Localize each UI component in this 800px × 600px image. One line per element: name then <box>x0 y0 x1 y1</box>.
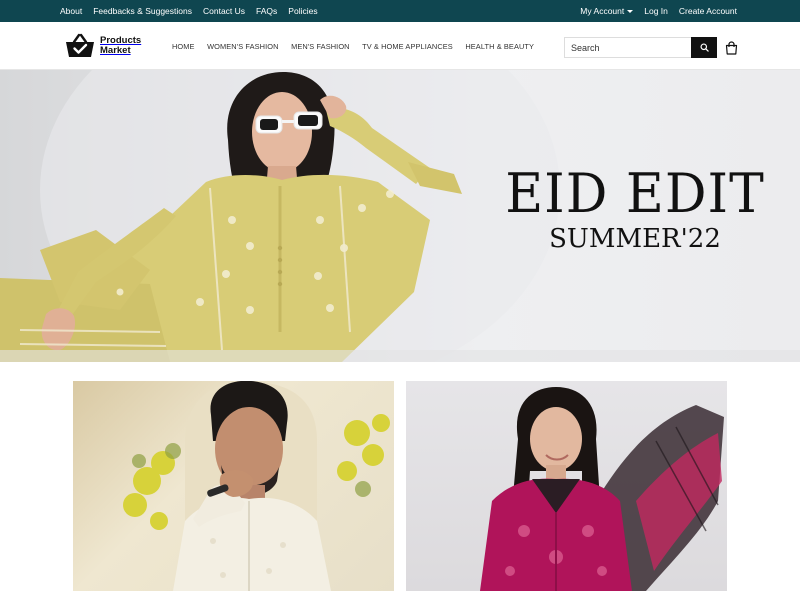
search-input[interactable] <box>564 37 691 58</box>
mens-fashion-image <box>123 381 390 591</box>
search-button[interactable] <box>691 37 717 58</box>
contact-link[interactable]: Contact Us <box>203 6 245 16</box>
mens-fashion-card[interactable] <box>73 381 394 591</box>
caret-down-icon <box>627 10 634 14</box>
hero-text: EID EDIT SUMMER'22 <box>470 162 800 254</box>
nav-mens-fashion[interactable]: MEN'S FASHION <box>291 42 350 51</box>
feedback-link[interactable]: Feedbacks & Suggestions <box>93 6 192 16</box>
cart-button[interactable] <box>725 41 739 55</box>
login-link[interactable]: Log In <box>644 6 668 16</box>
hero-title: EID EDIT <box>505 162 765 226</box>
top-utility-bar: About Feedbacks & Suggestions Contact Us… <box>0 0 800 22</box>
womens-fashion-image <box>480 387 724 591</box>
womens-fashion-card[interactable] <box>406 381 727 591</box>
brand-line-2: Market <box>100 45 131 56</box>
create-account-link[interactable]: Create Account <box>679 6 737 16</box>
account-links: My Account Log In Create Account <box>580 0 737 22</box>
main-nav: HOME WOMEN'S FASHION MEN'S FASHION TV & … <box>172 22 534 70</box>
nav-tv-home-appliances[interactable]: TV & HOME APPLIANCES <box>362 42 453 51</box>
about-link[interactable]: About <box>60 6 82 16</box>
shopping-bag-icon <box>725 41 738 55</box>
brand-logo[interactable]: Products Market <box>65 32 141 60</box>
top-links: About Feedbacks & Suggestions Contact Us… <box>60 0 318 22</box>
nav-home[interactable]: HOME <box>172 42 195 51</box>
my-account-dropdown[interactable]: My Account <box>580 6 634 16</box>
nav-womens-fashion[interactable]: WOMEN'S FASHION <box>207 42 278 51</box>
policies-link[interactable]: Policies <box>288 6 317 16</box>
search-bar <box>564 37 717 58</box>
hero-subtitle: SUMMER'22 <box>549 224 721 254</box>
my-account-label: My Account <box>580 6 625 16</box>
faqs-link[interactable]: FAQs <box>256 6 277 16</box>
main-header: Products Market HOME WOMEN'S FASHION MEN… <box>0 22 800 70</box>
nav-health-beauty[interactable]: HEALTH & BEAUTY <box>465 42 534 51</box>
hero-banner[interactable]: EID EDIT SUMMER'22 <box>0 70 800 362</box>
brand-name: Products Market <box>100 36 141 56</box>
basket-check-icon <box>66 33 94 57</box>
search-icon <box>699 43 709 52</box>
